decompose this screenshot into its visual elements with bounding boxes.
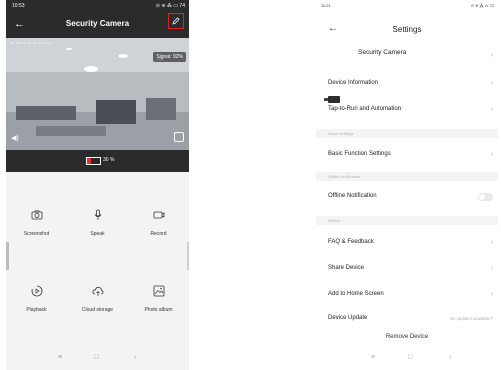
screenshot-button[interactable]: Screenshot xyxy=(6,195,67,255)
speaker-icon[interactable]: ◀) xyxy=(11,134,19,142)
playback-button[interactable]: Playback xyxy=(6,271,67,331)
camera-device-icon xyxy=(324,96,340,103)
offline-notification-label: Offline Notification xyxy=(328,193,377,199)
speak-label: Speak xyxy=(90,231,105,237)
video-icon xyxy=(153,211,165,219)
status-icons: ⊙ ≋ ⁂ ▭ 72 xyxy=(470,3,494,8)
chevron-right-icon: › xyxy=(490,106,493,113)
offline-notification-toggle[interactable] xyxy=(478,193,493,201)
offline-notification-row: Offline Notification xyxy=(316,193,498,207)
photo-album-button[interactable]: Photo album xyxy=(128,271,189,331)
page-title: Settings xyxy=(392,25,422,34)
chevron-right-icon: › xyxy=(490,80,493,87)
signal-badge: Signal: 92% xyxy=(153,52,186,62)
playback-icon xyxy=(31,285,43,297)
system-nav-bar: ≡ □ ‹ xyxy=(6,348,189,370)
remove-device-button[interactable]: Remove Device xyxy=(316,334,498,340)
status-bar: 10:53 ⊙ ≋ ⁂ ▭ 74 xyxy=(6,0,189,11)
status-bar: 11:21 ⊙ ≋ ⁂ ▭ 72 xyxy=(316,0,498,11)
edit-button[interactable] xyxy=(168,13,184,29)
playback-label: Playback xyxy=(26,307,47,313)
chevron-right-icon: › xyxy=(490,265,493,272)
chevron-right-icon: › xyxy=(490,52,493,59)
share-device-label: Share Device xyxy=(328,265,365,271)
camera-header: 10:53 ⊙ ≋ ⁂ ▭ 74 ← Security Camera xyxy=(6,0,189,38)
section-label: Basic Settings xyxy=(328,131,354,136)
live-video-feed[interactable]: 25-06-14 12:31 2N 12.3 Signal: 92% ◀) xyxy=(6,38,189,150)
menu-icon[interactable]: ≡ xyxy=(371,354,375,361)
device-update-row[interactable]: Device Update No updates available › xyxy=(316,315,498,327)
pencil-icon xyxy=(172,17,180,25)
faq-feedback-row[interactable]: FAQ & Feedback › xyxy=(316,239,498,253)
section-offline-notification: Offline Notification xyxy=(316,172,498,181)
nav-back-icon[interactable]: ‹ xyxy=(449,354,451,361)
chevron-right-icon: › xyxy=(490,291,493,298)
basic-function-label: Basic Function Settings xyxy=(328,151,391,157)
system-nav-bar: ≡ □ ‹ xyxy=(316,348,498,370)
nav-back-icon[interactable]: ‹ xyxy=(134,354,136,361)
status-icons: ⊙ ≋ ⁂ ▭ 74 xyxy=(155,3,185,9)
battery-bar: 30 % xyxy=(6,150,189,172)
add-to-home-label: Add to Home Screen xyxy=(328,291,384,297)
status-time: 11:21 xyxy=(321,3,331,8)
device-information-label: Device Information xyxy=(328,80,379,86)
cloud-storage-label: Cloud storage xyxy=(81,307,114,313)
page-title: Security Camera xyxy=(65,19,130,28)
speak-button[interactable]: Speak xyxy=(67,195,128,255)
photo-album-label: Photo album xyxy=(144,307,173,313)
microphone-icon xyxy=(94,209,102,220)
section-label: Others xyxy=(328,218,341,223)
section-basic-settings: Basic Settings xyxy=(316,129,498,138)
tap-to-run-row[interactable]: Tap-to-Run and Automation › xyxy=(316,106,498,120)
tap-to-run-label: Tap-to-Run and Automation xyxy=(328,106,402,112)
home-icon[interactable]: □ xyxy=(408,354,412,361)
section-others: Others xyxy=(316,216,498,225)
record-button[interactable]: Record xyxy=(128,195,189,255)
settings-screen: 11:21 ⊙ ≋ ⁂ ▭ 72 ← Settings Security Cam… xyxy=(316,0,498,370)
share-device-row[interactable]: Share Device › xyxy=(316,265,498,279)
basic-function-row[interactable]: Basic Function Settings › xyxy=(316,151,498,165)
image-icon xyxy=(153,285,165,297)
fullscreen-icon[interactable] xyxy=(174,132,184,142)
record-label: Record xyxy=(150,231,167,237)
chevron-right-icon: › xyxy=(490,151,493,158)
device-name: Security Camera xyxy=(358,49,407,56)
battery-icon xyxy=(86,157,101,165)
add-to-home-row[interactable]: Add to Home Screen › xyxy=(316,291,498,305)
home-icon[interactable]: □ xyxy=(94,354,98,361)
cloud-storage-button[interactable]: Cloud storage xyxy=(67,271,128,331)
menu-icon[interactable]: ≡ xyxy=(58,354,62,361)
faq-feedback-label: FAQ & Feedback xyxy=(328,239,374,245)
screenshot-label: Screenshot xyxy=(23,231,50,237)
device-information-row[interactable]: Device Information › xyxy=(316,80,498,94)
battery-percent: 30 % xyxy=(103,157,115,163)
update-status: No updates available xyxy=(449,316,490,321)
device-update-label: Device Update xyxy=(328,315,368,321)
device-name-row[interactable]: Security Camera › xyxy=(316,44,498,103)
camera-screen: 10:53 ⊙ ≋ ⁂ ▭ 74 ← Security Camera 25-06… xyxy=(6,0,189,370)
section-label: Offline Notification xyxy=(328,174,361,179)
cloud-icon xyxy=(92,287,104,296)
camera-icon xyxy=(31,210,43,220)
status-time: 10:53 xyxy=(12,3,25,9)
chevron-right-icon: › xyxy=(490,239,493,246)
timestamp-overlay: 25-06-14 12:31 2N 12.3 xyxy=(10,41,53,45)
chevron-right-icon: › xyxy=(490,315,493,322)
